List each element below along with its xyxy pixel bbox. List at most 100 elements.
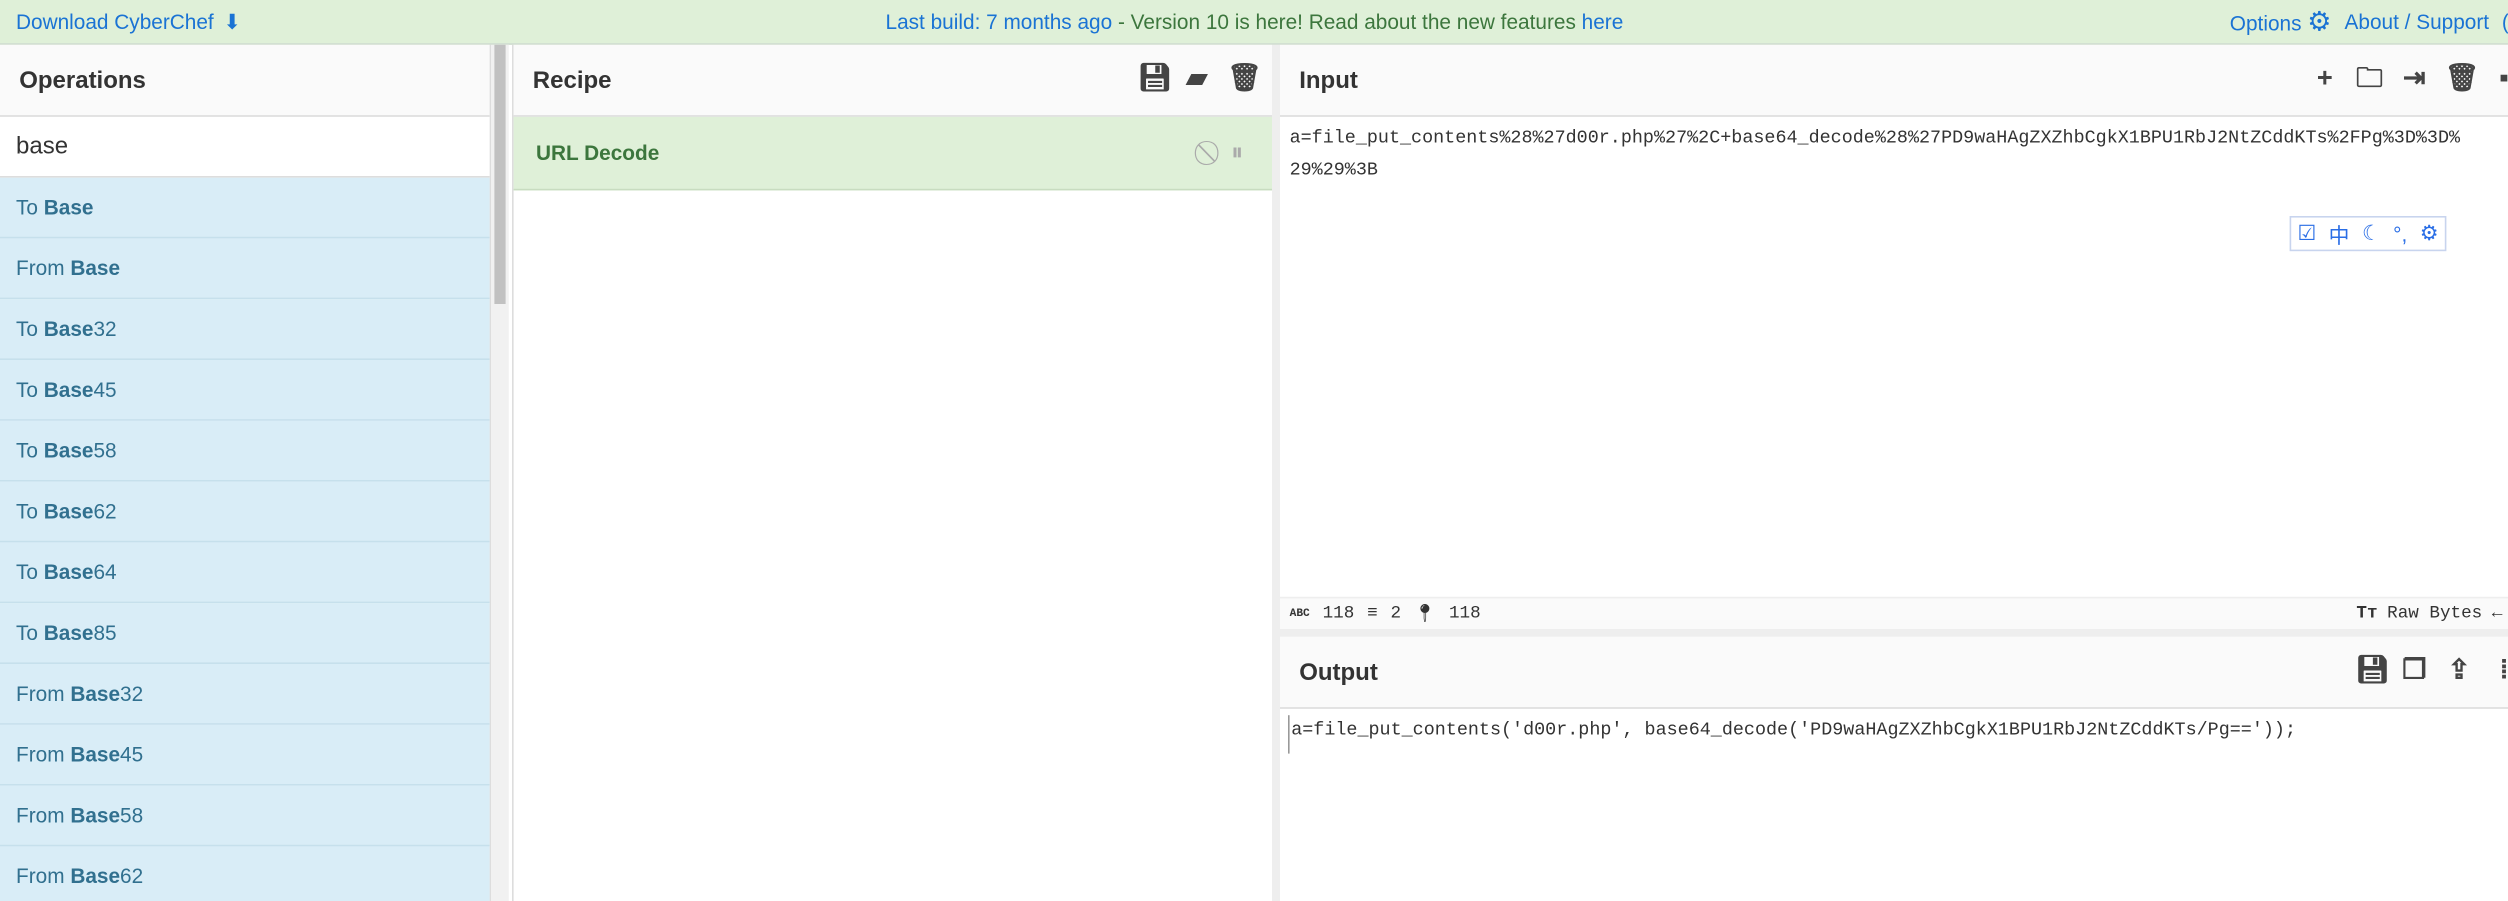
operation-label-post: 32 — [120, 681, 144, 706]
output-text[interactable]: a=file_put_contents('d00r.php', base64_d… — [1288, 715, 2508, 754]
save-icon[interactable]: 💾︎ — [1138, 63, 1173, 93]
position-icon: 📍︎ — [1413, 605, 1437, 625]
operation-label-bold: Base — [43, 316, 94, 341]
operation-label-pre: From — [16, 256, 71, 280]
operation-label-bold: Base — [43, 499, 94, 524]
operation-label-pre: To — [16, 316, 44, 341]
input-title: Input — [1299, 66, 1358, 94]
chinese-icon[interactable]: 中 — [2329, 218, 2350, 248]
panel-divider[interactable] — [1272, 44, 1280, 901]
operation-label-bold: Base — [43, 195, 94, 220]
recipe-title: Recipe — [532, 66, 612, 94]
operation-label-pre: To — [16, 377, 44, 402]
download-icon: ⬇ — [223, 8, 241, 33]
operation-label-bold: Base — [43, 560, 94, 584]
copy-icon[interactable]: ❐ — [2400, 655, 2429, 685]
operations-scrollbar[interactable] — [491, 44, 509, 901]
recipe-panel: Recipe 💾︎ ▰ 🗑︎ URL Decode ⃠⏸︎ — [512, 44, 1272, 901]
operation-label-pre: To — [16, 438, 44, 463]
operation-item[interactable]: To Base62 — [0, 481, 490, 543]
punct-icon[interactable]: °, — [2393, 222, 2407, 246]
download-label: Download CyberChef — [16, 9, 214, 34]
operation-label-pre: To — [16, 560, 44, 584]
trash-icon[interactable]: 🗑︎ — [1227, 63, 1262, 93]
operation-label-pre: To — [16, 620, 44, 645]
input-textarea[interactable]: a=file_put_contents%28%27d00r.php%27%2C+… — [1280, 117, 2508, 597]
maximize-icon[interactable]: ⁞ — [2490, 655, 2508, 685]
line-count: 2 — [1390, 604, 1402, 624]
cursor-position: 118 — [1448, 604, 1481, 624]
operation-label-bold: Base — [70, 803, 121, 828]
features-link[interactable]: here — [1582, 10, 1624, 34]
eol-icon[interactable]: ← — [2492, 604, 2503, 623]
about-button[interactable]: About / Support — [2345, 10, 2490, 34]
operations-search-input[interactable] — [0, 116, 490, 178]
build-info: Last build: 7 months ago - Version 10 is… — [0, 10, 2508, 34]
lines-icon: ≡ — [1367, 604, 1378, 624]
operation-item[interactable]: From Base32 — [0, 664, 490, 725]
options-label: Options — [2229, 10, 2302, 35]
io-divider[interactable] — [1280, 628, 2508, 637]
recipe-operation[interactable]: URL Decode ⃠⏸︎ — [513, 116, 1272, 191]
operation-label-bold: Base — [43, 377, 94, 402]
operation-label-bold: Base — [43, 438, 94, 463]
download-link[interactable]: Download CyberChef ⬇ — [16, 9, 241, 35]
operation-label-post: 45 — [120, 742, 144, 767]
encoding-button[interactable]: Raw Bytes — [2387, 604, 2482, 623]
options-button[interactable]: Options ⚙ — [2230, 6, 2332, 38]
input-text: a=file_put_contents%28%27d00r.php%27%2C+… — [1289, 128, 2461, 181]
operation-label-pre: From — [16, 681, 71, 706]
operation-label-pre: From — [16, 864, 71, 888]
layout-icon[interactable]: ▪ — [2490, 63, 2508, 93]
input-status-bar: ABC 118 ≡ 2 📍︎ 118 Tт Raw Bytes ← — [1280, 596, 2508, 629]
version-notice: - Version 10 is here! Read about the new… — [1112, 9, 1582, 34]
trash-icon[interactable]: 🗑︎ — [2445, 63, 2480, 93]
open-file-icon[interactable]: ⇥ — [2400, 63, 2429, 93]
operation-item[interactable]: To Base85 — [0, 603, 490, 664]
top-banner: Download CyberChef ⬇ Last build: 7 months… — [0, 0, 2508, 45]
operation-name: URL Decode — [536, 140, 660, 165]
check-icon[interactable]: ☑ — [2297, 221, 2316, 247]
operation-item[interactable]: From Base62 — [0, 846, 490, 901]
open-folder-icon[interactable]: 🗀︎ — [2355, 63, 2384, 93]
operation-item[interactable]: To Base64 — [0, 542, 490, 604]
io-panel: Input + 🗀︎ ⇥ 🗑︎ ▪ a=file_put_contents%28%27d… — [1280, 44, 2508, 901]
operation-label-bold: Base — [70, 864, 121, 888]
operation-label-post: 45 — [93, 377, 117, 402]
char-count-icon: ABC — [1289, 607, 1310, 620]
moon-icon[interactable]: ☾ — [2362, 221, 2381, 247]
scrollbar-thumb[interactable] — [494, 44, 506, 305]
operation-label-pre: To — [16, 195, 44, 220]
operation-item[interactable]: To Base — [0, 177, 490, 239]
operation-label-post: 62 — [93, 499, 117, 524]
operation-label-post: 85 — [93, 620, 117, 645]
operation-item[interactable]: From Base — [0, 238, 490, 300]
operations-panel: Operations To BaseFrom BaseTo Base32To B… — [0, 44, 492, 901]
gear-icon: ⚙ — [2307, 5, 2332, 36]
operation-item[interactable]: To Base32 — [0, 299, 490, 360]
operation-label-bold: Base — [43, 620, 94, 645]
operation-label-post: 32 — [93, 316, 117, 341]
pause-icon[interactable]: ⏸︎ — [1231, 117, 1243, 191]
operation-label-post: 58 — [120, 803, 144, 828]
help-icon: ( — [2502, 10, 2508, 34]
operation-label-bold: Base — [70, 256, 121, 280]
operation-label-bold: Base — [70, 742, 121, 767]
operation-item[interactable]: From Base58 — [0, 785, 490, 847]
gear-icon[interactable]: ⚙ — [2420, 221, 2439, 247]
folder-icon[interactable]: ▰ — [1182, 63, 1211, 93]
build-date: Last build: 7 months ago — [885, 9, 1113, 34]
save-icon[interactable]: 💾︎ — [2355, 655, 2390, 685]
operation-item[interactable]: To Base58 — [0, 420, 490, 482]
operation-label-post: 64 — [93, 560, 117, 584]
operation-label-post: 58 — [93, 438, 117, 463]
operation-item[interactable]: From Base45 — [0, 724, 490, 786]
replace-input-icon[interactable]: ⇪ — [2445, 655, 2474, 685]
add-icon[interactable]: + — [2310, 63, 2339, 93]
ime-toolbar: ☑ 中 ☾ °, ⚙ — [2289, 216, 2447, 252]
char-count: 118 — [1322, 604, 1355, 624]
operations-title: Operations — [0, 44, 490, 117]
operation-label-post: 62 — [120, 864, 144, 888]
operation-item[interactable]: To Base45 — [0, 360, 490, 421]
output-title: Output — [1299, 658, 1378, 686]
